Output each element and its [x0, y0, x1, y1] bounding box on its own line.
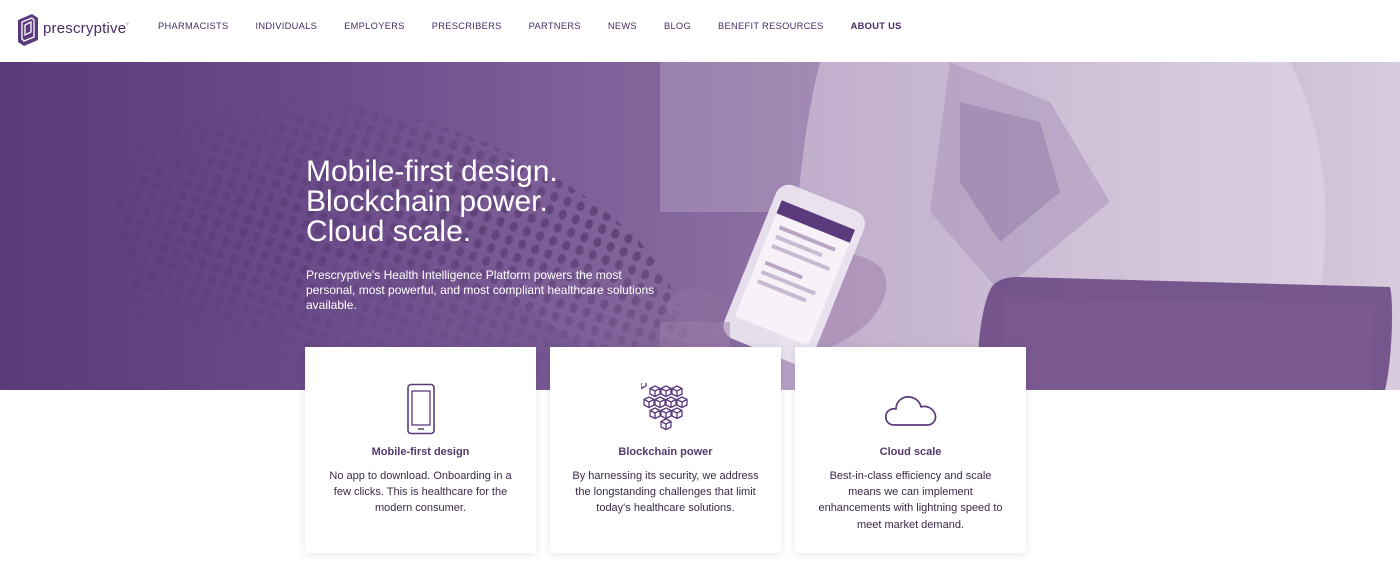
- hero-subtitle: Prescryptive's Health Intelligence Platf…: [306, 268, 655, 312]
- hero-title-line-2: Blockchain power.: [306, 185, 548, 218]
- nav-item-news[interactable]: NEWS: [608, 21, 637, 31]
- card-title: Blockchain power: [618, 446, 713, 458]
- feature-card-mobile: Mobile-first design No app to download. …: [305, 347, 536, 553]
- nav-item-employers[interactable]: EMPLOYERS: [344, 21, 405, 31]
- hero-title: Mobile-first design. Blockchain power. C…: [306, 157, 558, 247]
- nav-item-about-us[interactable]: ABOUT US: [851, 21, 902, 31]
- card-title: Mobile-first design: [371, 446, 470, 458]
- hero-banner: Mobile-first design. Blockchain power. C…: [0, 62, 1400, 390]
- card-text: Best-in-class efficiency and scale means…: [818, 470, 1003, 531]
- site-header: prescryptive° PHARMACISTS INDIVIDUALS EM…: [0, 0, 1400, 62]
- feature-card-blockchain: Blockchain power By harnessing its secur…: [550, 347, 781, 553]
- nav-item-benefit-resources[interactable]: BENEFIT RESOURCES: [718, 21, 824, 31]
- prescryptive-logo-icon: [18, 14, 38, 46]
- cloud-icon: [795, 383, 1026, 435]
- nav-item-partners[interactable]: PARTNERS: [529, 21, 581, 31]
- hero-title-line-1: Mobile-first design.: [306, 155, 558, 188]
- nav-item-prescribers[interactable]: PRESCRIBERS: [432, 21, 502, 31]
- nav-item-pharmacists[interactable]: PHARMACISTS: [158, 21, 228, 31]
- nav-item-individuals[interactable]: INDIVIDUALS: [255, 21, 317, 31]
- nav-item-blog[interactable]: BLOG: [664, 21, 691, 31]
- brand-name: prescryptive°: [43, 20, 129, 37]
- brand-logo[interactable]: prescryptive°: [16, 12, 129, 49]
- main-nav: PHARMACISTS INDIVIDUALS EMPLOYERS PRESCR…: [158, 21, 929, 31]
- card-title: Cloud scale: [879, 446, 942, 458]
- blockchain-icon: [550, 383, 781, 435]
- feature-card-cloud: Cloud scale Best-in-class efficiency and…: [795, 347, 1026, 553]
- hero-background-image: [115, 62, 1400, 390]
- phone-icon: [305, 383, 536, 435]
- hero-title-line-3: Cloud scale.: [306, 215, 472, 248]
- card-text: No app to download. Onboarding in a few …: [329, 470, 512, 515]
- card-text: By harnessing its security, we address t…: [572, 470, 759, 515]
